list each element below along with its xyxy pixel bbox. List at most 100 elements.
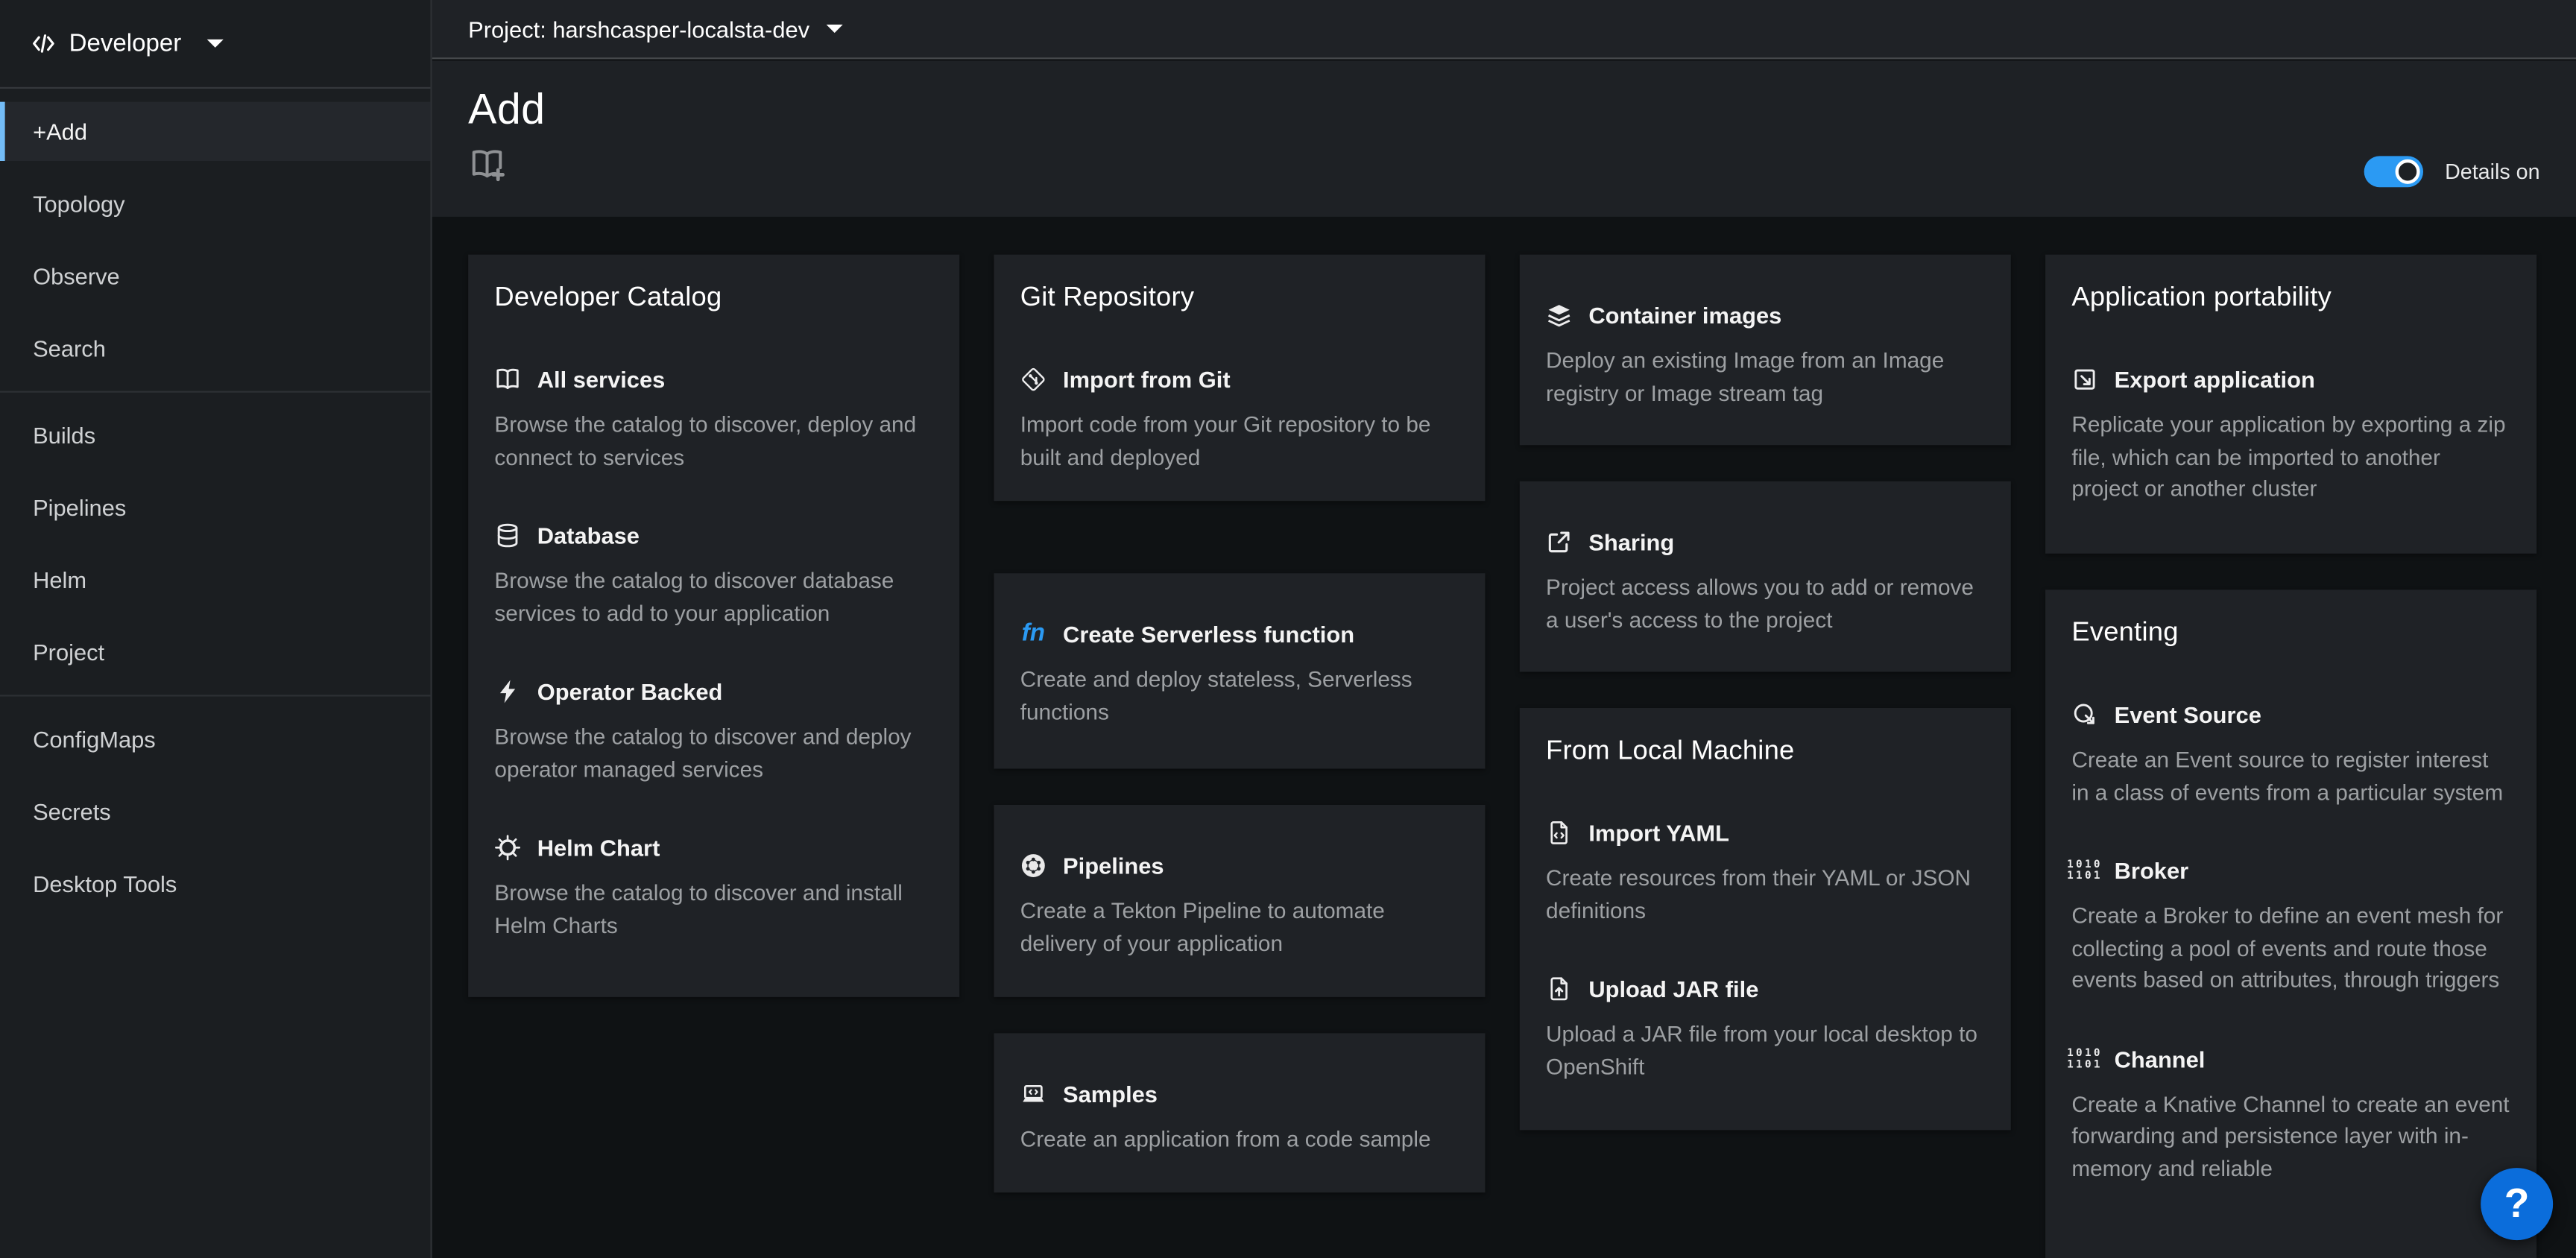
sidebar-item-desktop-tools[interactable]: Desktop Tools <box>0 854 430 913</box>
sidebar-nav: +Add Topology Observe Search Builds Pipelines… <box>0 89 430 913</box>
cards-column-4: Application portability Export applicatio… <box>2045 255 2536 1258</box>
add-item-event-source[interactable]: Event Source Create an Event source to re… <box>2071 698 2510 809</box>
item-title: Create Serverless function <box>1063 618 1354 651</box>
item-description: Create a Broker to define an event mesh … <box>2071 900 2510 996</box>
add-item-sharing[interactable]: Sharing Project access allows you to add … <box>1546 525 1984 636</box>
sidebar-item-configmaps[interactable]: ConfigMaps <box>0 709 430 768</box>
sidebar-item-topology[interactable]: Topology <box>0 174 430 233</box>
item-description: Upload a JAR file from your local deskto… <box>1546 1019 1984 1083</box>
item-title: Samples <box>1063 1078 1158 1110</box>
details-toggle-label: Details on <box>2445 159 2539 184</box>
details-toggle-group: Details on <box>2364 156 2539 187</box>
sidebar-item-helm[interactable]: Helm <box>0 550 430 609</box>
card-container-images[interactable]: Container imagesDeploy an existing Image… <box>1520 255 2011 446</box>
card-title: Application portability <box>2071 282 2510 314</box>
cards-column-1: Developer CatalogAll servicesBrowse the … <box>468 255 959 1034</box>
add-item-database[interactable]: Database Browse the catalog to discover d… <box>494 519 932 629</box>
add-item-operator-backed[interactable]: Operator BackedBrowse the catalog to dis… <box>494 675 932 786</box>
item-description: Create resources from their YAML or JSON… <box>1546 862 1984 926</box>
sidebar-item-pipelines[interactable]: Pipelines <box>0 478 430 537</box>
item-header: 10101101Channel <box>2071 1042 2510 1075</box>
card-from-local-machine[interactable]: From Local Machine Import YAML Create reso… <box>1520 708 2011 1130</box>
item-header: Helm Chart <box>494 831 932 864</box>
card-git-repository[interactable]: Git RepositoryImport from GitImport code… <box>994 255 1485 502</box>
item-header: All services <box>494 363 932 396</box>
add-item-samples[interactable]: Samples Create an application from a code… <box>1020 1078 1459 1156</box>
add-item-import-yaml[interactable]: Import YAML Create resources from their Y… <box>1546 816 1984 926</box>
helm-icon <box>494 835 520 861</box>
broker-icon: 10101101 <box>2071 858 2097 884</box>
add-item-import-from-git[interactable]: Import from GitImport code from your Git… <box>1020 363 1459 473</box>
yaml-file-icon <box>1546 820 1572 846</box>
item-description: Create an Event source to register inter… <box>2071 744 2510 808</box>
item-title: Sharing <box>1588 525 1674 558</box>
sidebar-item-observe[interactable]: Observe <box>0 247 430 306</box>
app-root: Developer +Add Topology Observe Search Build… <box>0 0 2576 1258</box>
item-description: Create an application from a code sample <box>1020 1124 1459 1156</box>
details-toggle[interactable] <box>2364 156 2423 187</box>
sidebar-item-secrets[interactable]: Secrets <box>0 782 430 841</box>
item-title: Container images <box>1588 299 1781 332</box>
card-title: From Local Machine <box>1546 736 1984 767</box>
item-header: Container images <box>1546 299 1984 332</box>
sidebar-item-project[interactable]: Project <box>0 622 430 681</box>
sidebar-group: +Add Topology Observe Search <box>0 89 430 378</box>
item-title: Channel <box>2115 1042 2206 1075</box>
item-title: Database <box>537 519 640 551</box>
code-icon <box>31 31 56 56</box>
add-item-upload-jar-file[interactable]: Upload JAR file Upload a JAR file from yo… <box>1546 973 1984 1083</box>
masthead: Project: harshcasper-localsta-dev <box>432 0 2576 59</box>
perspective-label: Developer <box>69 30 182 57</box>
item-header: Upload JAR file <box>1546 973 1984 1005</box>
sidebar-item-add[interactable]: +Add <box>0 102 430 161</box>
sidebar-group: Builds Pipelines Helm Project <box>0 391 430 682</box>
item-header: 10101101Broker <box>2071 854 2510 887</box>
card-application-portability[interactable]: Application portability Export applicatio… <box>2045 255 2536 554</box>
item-description: Browse the catalog to discover, deploy a… <box>494 409 932 473</box>
item-title: Pipelines <box>1063 850 1164 882</box>
export-icon <box>2071 367 2097 393</box>
add-item-pipelines[interactable]: Pipelines Create a Tekton Pipeline to aut… <box>1020 850 1459 960</box>
item-header: Operator Backed <box>494 675 932 708</box>
item-title: Helm Chart <box>537 831 660 864</box>
item-title: Operator Backed <box>537 675 723 708</box>
project-selector-label: Project: harshcasper-localsta-dev <box>468 16 809 42</box>
card-eventing[interactable]: EventingEvent SourceCreate an Event sour… <box>2045 590 2536 1258</box>
add-item-channel[interactable]: 10101101Channel Create a Knative Channel … <box>2071 1042 2510 1184</box>
perspective-switcher[interactable]: Developer <box>0 0 430 89</box>
card-developer-catalog[interactable]: Developer CatalogAll servicesBrowse the … <box>468 255 959 997</box>
card-sharing[interactable]: Sharing Project access allows you to add … <box>1520 481 2011 672</box>
help-button[interactable]: ? <box>2481 1168 2553 1240</box>
item-description: Browse the catalog to discover and insta… <box>494 877 932 941</box>
item-description: Replicate your application by exporting … <box>2071 409 2510 505</box>
add-item-container-images[interactable]: Container imagesDeploy an existing Image… <box>1546 299 1984 409</box>
item-description: Browse the catalog to discover database … <box>494 565 932 629</box>
event-source-icon <box>2071 701 2097 727</box>
add-item-export-application[interactable]: Export applicationReplicate your applica… <box>2071 363 2510 505</box>
card-samples[interactable]: Samples Create an application from a code… <box>994 1033 1485 1192</box>
card-serverless-function[interactable]: fnCreate Serverless functionCreate and d… <box>994 573 1485 768</box>
sidebar-item-builds[interactable]: Builds <box>0 405 430 464</box>
card-pipelines[interactable]: Pipelines Create a Tekton Pipeline to aut… <box>994 805 1485 997</box>
item-title: Upload JAR file <box>1588 973 1758 1005</box>
item-description: Create a Tekton Pipeline to automate del… <box>1020 895 1459 959</box>
sidebar-item-search[interactable]: Search <box>0 319 430 378</box>
database-icon <box>494 522 520 549</box>
item-header: Event Source <box>2071 698 2510 731</box>
book-plus-icon[interactable] <box>468 146 506 184</box>
item-header: Pipelines <box>1020 850 1459 882</box>
item-header: Import YAML <box>1546 816 1984 849</box>
chevron-down-icon <box>208 39 224 48</box>
add-item-helm-chart[interactable]: Helm Chart Browse the catalog to discover… <box>494 831 932 941</box>
item-description: Project access allows you to add or remo… <box>1546 572 1984 636</box>
add-item-all-services[interactable]: All services Browse the catalog to discov… <box>494 363 932 473</box>
project-selector[interactable]: Project: harshcasper-localsta-dev <box>468 16 842 42</box>
add-item-broker[interactable]: 10101101Broker Create a Broker to define … <box>2071 854 2510 996</box>
cards-column-2: Git RepositoryImport from GitImport code… <box>994 255 1485 1229</box>
add-item-create-serverless-function[interactable]: fnCreate Serverless functionCreate and d… <box>1020 618 1459 728</box>
item-description: Create a Knative Channel to create an ev… <box>2071 1088 2510 1184</box>
book-icon <box>494 367 520 393</box>
git-icon <box>1020 367 1046 393</box>
samples-icon <box>1020 1081 1046 1107</box>
upload-file-icon <box>1546 976 1572 1002</box>
